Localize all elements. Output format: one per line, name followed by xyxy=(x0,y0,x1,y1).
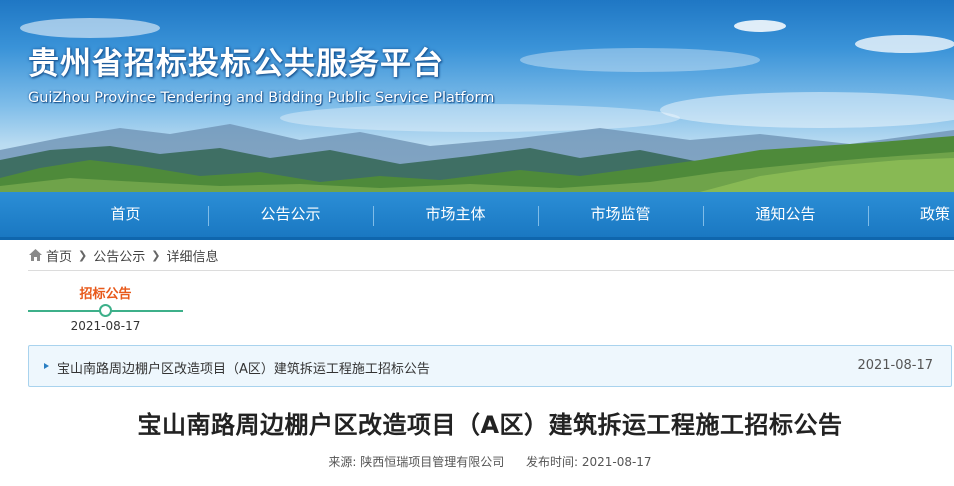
timeline-stage-label[interactable]: 招标公告 xyxy=(28,283,183,302)
timeline-node[interactable] xyxy=(99,304,112,317)
home-icon xyxy=(29,249,42,261)
nav-item-market-supervision[interactable]: 市场监管 xyxy=(538,192,703,237)
source-value: 陕西恒瑞项目管理有限公司 xyxy=(360,455,505,469)
breadcrumb: 首页 ❯ 公告公示 ❯ 详细信息 xyxy=(28,245,218,265)
divider xyxy=(28,270,954,271)
notice-list-item[interactable]: 宝山南路周边棚户区改造项目（A区）建筑拆运工程施工招标公告 2021-08-17 xyxy=(28,345,952,387)
chevron-right-icon: ❯ xyxy=(151,248,161,262)
notice-date: 2021-08-17 xyxy=(857,358,933,373)
nav-item-home[interactable]: 首页 xyxy=(43,192,208,237)
timeline-date: 2021-08-17 xyxy=(70,319,141,333)
notice-title-link[interactable]: 宝山南路周边棚户区改造项目（A区）建筑拆运工程施工招标公告 xyxy=(57,358,430,377)
article-title: 宝山南路周边棚户区改造项目（A区）建筑拆运工程施工招标公告 xyxy=(137,411,843,439)
breadcrumb-announcements[interactable]: 公告公示 xyxy=(93,246,145,265)
nav-divider xyxy=(868,206,869,226)
breadcrumb-current: 详细信息 xyxy=(166,249,219,265)
nav-item-market-entities[interactable]: 市场主体 xyxy=(373,192,538,237)
site-subtitle: GuiZhou Province Tendering and Bidding P… xyxy=(28,90,495,106)
caret-right-icon xyxy=(44,363,49,369)
source-label: 来源: xyxy=(328,455,357,469)
article-meta: 来源: 陕西恒瑞项目管理有限公司 发布时间: 2021-08-17 xyxy=(0,453,954,470)
main-nav: 首页 公告公示 市场主体 市场监管 通知公告 政策 xyxy=(0,192,954,240)
publish-time-label: 发布时间: xyxy=(525,455,578,469)
nav-item-announcements[interactable]: 公告公示 xyxy=(208,192,373,237)
site-title: 贵州省招标投标公共服务平台 xyxy=(28,46,444,82)
nav-item-policy[interactable]: 政策 xyxy=(896,192,954,237)
publish-time-value: 2021-08-17 xyxy=(581,455,652,469)
chevron-right-icon: ❯ xyxy=(78,248,88,262)
breadcrumb-home[interactable]: 首页 xyxy=(46,246,72,265)
nav-item-notices[interactable]: 通知公告 xyxy=(703,192,868,237)
site-banner: 贵州省招标投标公共服务平台 GuiZhou Province Tendering… xyxy=(0,0,954,192)
